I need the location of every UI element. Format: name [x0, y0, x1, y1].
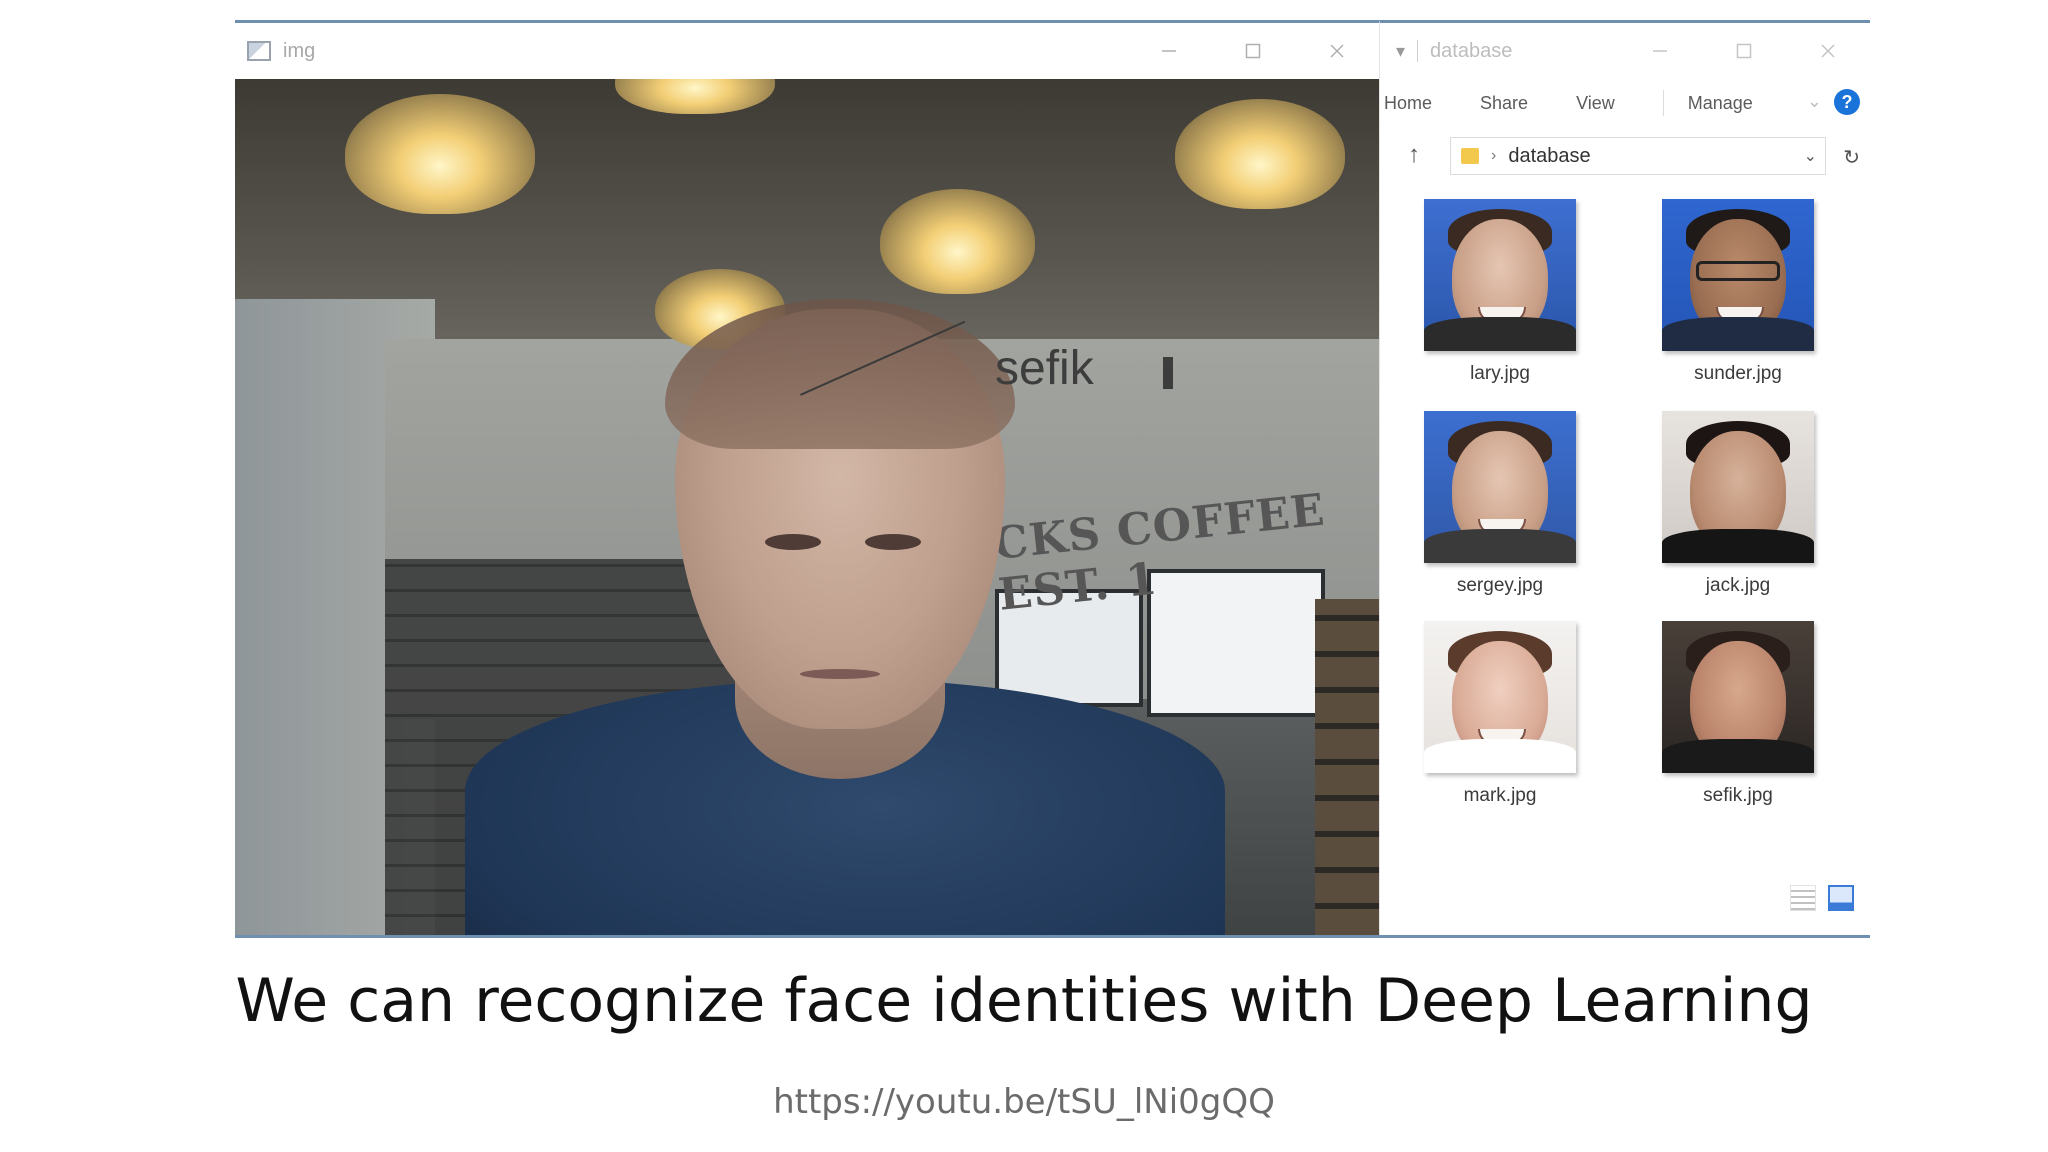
img-window: img CKS COFFEE EST. 1 sefik	[235, 20, 1379, 937]
minimize-icon	[1162, 50, 1176, 52]
file-grid: lary.jpg sunder.jpg sergey.jpg jack.jpg …	[1380, 199, 1870, 859]
thumbnail-shoulders	[1424, 317, 1576, 351]
pendant-lamp	[345, 94, 535, 214]
up-arrow-icon[interactable]: ↑	[1408, 141, 1420, 169]
tab-view[interactable]: View	[1576, 93, 1615, 114]
refresh-icon[interactable]: ↻	[1843, 145, 1860, 170]
img-window-titlebar: img	[235, 23, 1379, 80]
close-icon	[1330, 44, 1344, 58]
file-thumbnail	[1424, 411, 1576, 563]
file-thumbnail	[1424, 199, 1576, 351]
tab-home[interactable]: Home	[1384, 93, 1432, 114]
person-eye	[765, 534, 821, 550]
tab-share[interactable]: Share	[1480, 93, 1528, 114]
file-name: sunder.jpg	[1694, 363, 1782, 384]
thumbnail-shoulders	[1662, 317, 1814, 351]
address-path-text: database	[1508, 144, 1591, 167]
explorer-titlebar: ▾ database	[1380, 23, 1870, 79]
slide-caption: We can recognize face identities with De…	[235, 966, 1813, 1036]
file-thumbnail	[1662, 199, 1814, 351]
img-window-title: img	[283, 39, 316, 62]
file-thumbnail	[1662, 411, 1814, 563]
person-eye	[865, 534, 921, 550]
file-name: lary.jpg	[1470, 363, 1530, 384]
explorer-window-controls	[1618, 23, 1870, 79]
minimize-icon	[1653, 50, 1667, 52]
file-name: jack.jpg	[1705, 575, 1771, 596]
ribbon-divider	[1662, 90, 1664, 116]
pendant-lamp	[1175, 99, 1345, 209]
slide: img CKS COFFEE EST. 1 sefik ▾ database H…	[0, 0, 2048, 1152]
file-thumbnail	[1424, 621, 1576, 773]
file-name: mark.jpg	[1463, 785, 1537, 806]
pendant-lamp	[880, 189, 1035, 294]
window-bottom-border	[235, 935, 1870, 938]
folder-icon	[1461, 148, 1479, 164]
file-item[interactable]: sergey.jpg	[1400, 411, 1600, 611]
view-mode-toggle	[1790, 885, 1854, 911]
file-item[interactable]: sunder.jpg	[1638, 199, 1838, 399]
minimize-button[interactable]	[1618, 23, 1702, 79]
file-item[interactable]: jack.jpg	[1638, 411, 1838, 611]
img-window-controls	[1127, 23, 1379, 79]
file-name: sergey.jpg	[1456, 575, 1544, 596]
file-thumbnail	[1662, 621, 1814, 773]
address-bar: ↑ › database ⌄ ↻	[1380, 131, 1870, 179]
file-name: sefik.jpg	[1703, 785, 1773, 806]
large-icons-view-icon[interactable]	[1828, 885, 1854, 911]
shelf	[1315, 599, 1379, 937]
close-button[interactable]	[1295, 23, 1379, 79]
webcam-frame: CKS COFFEE EST. 1 sefik	[235, 79, 1379, 937]
titlebar-separator	[1417, 40, 1419, 62]
close-button[interactable]	[1786, 23, 1870, 79]
app-window-icon	[247, 41, 271, 61]
file-item[interactable]: lary.jpg	[1400, 199, 1600, 399]
expand-ribbon-chevron-icon[interactable]: ⌄	[1807, 91, 1822, 112]
file-item[interactable]: sefik.jpg	[1638, 621, 1838, 821]
detected-identity-label: sefik	[995, 342, 1094, 395]
close-icon	[1821, 44, 1835, 58]
maximize-button[interactable]	[1211, 23, 1295, 79]
maximize-icon	[1736, 43, 1752, 59]
address-path-field[interactable]: › database ⌄	[1450, 137, 1826, 175]
thumbnail-glasses	[1696, 261, 1780, 281]
explorer-title: database	[1430, 39, 1513, 62]
thumbnail-shoulders	[1662, 529, 1814, 563]
detection-marker	[1163, 357, 1173, 389]
maximize-button[interactable]	[1702, 23, 1786, 79]
address-dropdown-icon[interactable]: ⌄	[1804, 146, 1817, 166]
thumbnail-shoulders	[1424, 529, 1576, 563]
help-icon[interactable]: ?	[1834, 89, 1860, 115]
file-explorer-window: ▾ database Home Share View Manage ⌄ ? ↑ …	[1379, 20, 1870, 937]
thumbnail-shoulders	[1662, 739, 1814, 773]
tab-manage[interactable]: Manage	[1688, 93, 1753, 114]
ribbon-tabs: Home Share View Manage ⌄ ?	[1380, 83, 1870, 123]
person-mouth	[800, 669, 880, 679]
quick-access-dropdown-icon[interactable]: ▾	[1396, 41, 1405, 62]
file-item[interactable]: mark.jpg	[1400, 621, 1600, 821]
maximize-icon	[1245, 43, 1261, 59]
details-view-icon[interactable]	[1790, 885, 1816, 911]
video-link[interactable]: https://youtu.be/tSU_lNi0gQQ	[0, 1082, 2048, 1122]
thumbnail-shoulders	[1424, 739, 1576, 773]
breadcrumb-chevron-icon: ›	[1491, 147, 1497, 164]
minimize-button[interactable]	[1127, 23, 1211, 79]
